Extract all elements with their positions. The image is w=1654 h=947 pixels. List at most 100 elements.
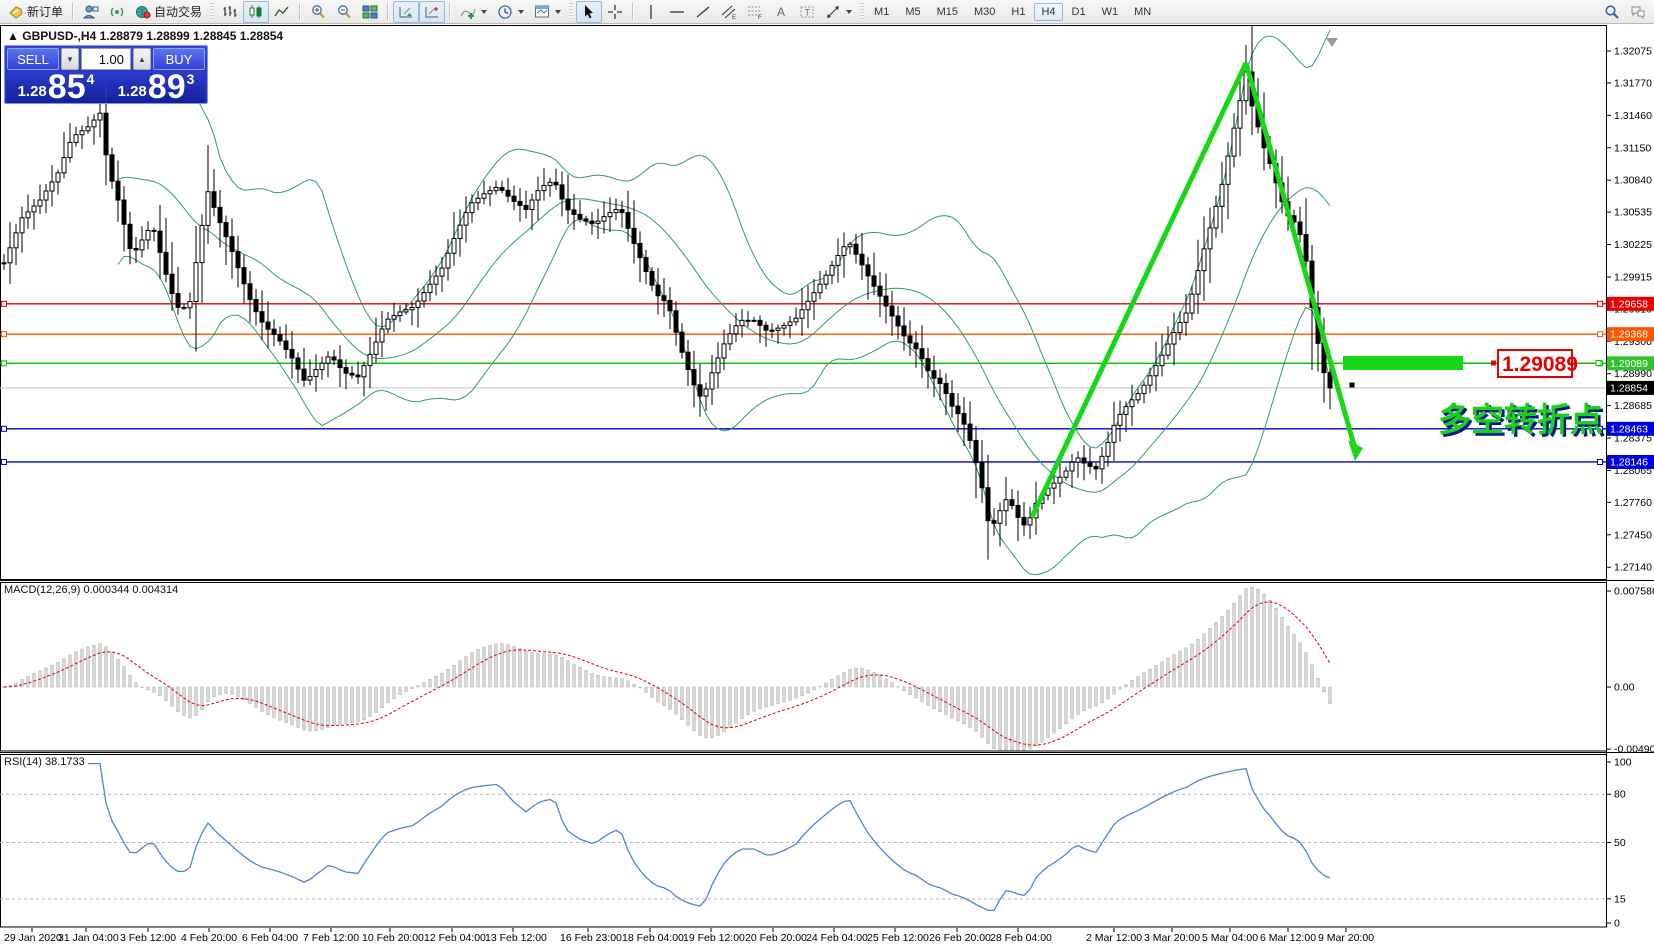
new-order-button[interactable]: 新订单: [3, 1, 68, 23]
periods-dropdown-icon[interactable]: [518, 10, 524, 14]
sell-price-display[interactable]: 1.28 85 4: [7, 72, 105, 103]
time-axis-label: 18 Feb 04:00: [622, 932, 684, 944]
buy-button[interactable]: BUY: [153, 48, 205, 70]
timeframe-mn[interactable]: MN: [1127, 3, 1158, 21]
timeframe-strip: M1M5M15M30H1H4D1W1MN: [867, 3, 1158, 21]
price-axis-tick: 1.32075: [1614, 46, 1652, 58]
line-chart-button[interactable]: [269, 1, 295, 23]
sell-button[interactable]: SELL: [7, 48, 59, 70]
zoom-in-button[interactable]: [305, 1, 331, 23]
cursor-tool-button[interactable]: [576, 1, 602, 23]
arrows-tool-button[interactable]: [820, 1, 857, 23]
fibonacci-tool-button[interactable]: F: [742, 1, 768, 23]
price-axis-tick: 1.31770: [1614, 77, 1652, 89]
price-axis-tick: 1.31460: [1614, 110, 1652, 122]
time-axis-label: 10 Feb 20:00: [362, 932, 424, 944]
arrows-dropdown-icon[interactable]: [846, 10, 852, 14]
svg-text:E: E: [732, 15, 736, 20]
horizontal-line-icon: [669, 4, 685, 20]
templates-dropdown-icon[interactable]: [555, 10, 561, 14]
zoom-out-icon: [336, 4, 352, 20]
signal-icon: [109, 4, 125, 20]
horizontal-line-tool-button[interactable]: [664, 1, 690, 23]
macd-axis-tick: 0.00: [1614, 682, 1635, 694]
time-axis-label: 7 Feb 12:00: [303, 932, 359, 944]
text-label-tool-button[interactable]: T: [794, 1, 820, 23]
volume-decrease-button[interactable]: ▼: [61, 48, 79, 70]
crosshair-tool-button[interactable]: [602, 1, 628, 23]
auto-trading-button[interactable]: 自动交易: [130, 1, 207, 23]
equidistant-channel-tool-button[interactable]: E: [716, 1, 742, 23]
macd-pane-plot: [3, 587, 1331, 750]
time-axis-label: 6 Mar 12:00: [1260, 932, 1316, 944]
svg-text:A: A: [777, 5, 785, 19]
time-axis-label: 4 Feb 20:00: [181, 932, 237, 944]
svg-text:1.28146: 1.28146: [1610, 456, 1648, 468]
horizontal-line-objects[interactable]: [0, 301, 1606, 464]
price-axis-tick: 1.30225: [1614, 239, 1652, 251]
trendline-tool-button[interactable]: [690, 1, 716, 23]
indicators-dropdown-icon[interactable]: [481, 10, 487, 14]
time-axis-label: 2 Mar 12:00: [1086, 932, 1142, 944]
chat-button[interactable]: [1625, 1, 1651, 23]
text-tool-button[interactable]: A: [768, 1, 794, 23]
toolbar-separator: [632, 3, 634, 20]
price-chart-canvas[interactable]: 1.320751.317701.314601.311501.308401.305…: [0, 24, 1654, 947]
buy-price-small: 1.28: [118, 84, 147, 99]
volume-increase-button[interactable]: ▲: [133, 48, 151, 70]
price-axis-tick: 1.27140: [1614, 562, 1652, 574]
chart-shift-button[interactable]: [419, 1, 445, 23]
text-label-icon: T: [799, 4, 815, 20]
price-axis-tick: 1.27450: [1614, 529, 1652, 541]
buy-price-display[interactable]: 1.28 89 3: [107, 72, 205, 103]
bar-chart-icon: [222, 4, 238, 20]
cursor-icon: [581, 4, 597, 20]
panel-collapse-icon[interactable]: ▲: [7, 29, 19, 43]
zoom-in-icon: [310, 4, 326, 20]
text-icon: A: [773, 4, 789, 20]
annotation-objects[interactable]: 多空转折点 多空转折点 1.29089: [1032, 63, 1606, 517]
chart-title: ▲ GBPUSD-,H4 1.28879 1.28899 1.28845 1.2…: [7, 29, 283, 43]
price-axis-tick: 1.29915: [1614, 271, 1652, 283]
vertical-line-tool-button[interactable]: [638, 1, 664, 23]
chart-ohlc-values: 1.28879 1.28899 1.28845 1.28854: [100, 29, 284, 43]
time-axis-label: 12 Feb 04:00: [424, 932, 486, 944]
timeframe-m5[interactable]: M5: [898, 3, 927, 21]
profile-button[interactable]: [78, 1, 104, 23]
arrows-icon: [825, 4, 841, 20]
svg-text:T: T: [805, 7, 811, 17]
timeframe-d1[interactable]: D1: [1065, 3, 1093, 21]
toolbar-separator: [72, 3, 74, 20]
toolbar-grip: [569, 3, 573, 20]
svg-text:1.29368: 1.29368: [1610, 329, 1648, 341]
auto-scroll-button[interactable]: [393, 1, 419, 23]
tile-windows-icon: [362, 4, 378, 20]
buy-price-sup: 3: [187, 72, 195, 86]
chat-icon: [1630, 4, 1646, 20]
pane-frames: [0, 25, 1654, 927]
line-chart-icon: [274, 4, 290, 20]
time-axis-label: 31 Jan 04:00: [58, 932, 119, 944]
time-axis-label: 29 Jan 2020: [4, 932, 62, 944]
candlestick-chart-button[interactable]: [243, 1, 269, 23]
indicators-button[interactable]: [455, 1, 492, 23]
timeframe-m15[interactable]: M15: [930, 3, 965, 21]
bar-chart-button[interactable]: [217, 1, 243, 23]
tile-windows-button[interactable]: [357, 1, 383, 23]
template-icon: [534, 4, 550, 20]
turning-point-text[interactable]: 多空转折点: [1438, 401, 1603, 438]
templates-button[interactable]: [529, 1, 566, 23]
price-callout-text: 1.29089: [1502, 353, 1578, 376]
indicators-icon: [460, 4, 476, 20]
search-button[interactable]: [1599, 1, 1625, 23]
volume-input[interactable]: 1.00: [81, 48, 131, 70]
periods-button[interactable]: [492, 1, 529, 23]
zoom-out-button[interactable]: [331, 1, 357, 23]
svg-text:1.29089: 1.29089: [1610, 358, 1648, 370]
timeframe-m30[interactable]: M30: [967, 3, 1002, 21]
timeframe-m1[interactable]: M1: [867, 3, 896, 21]
timeframe-w1[interactable]: W1: [1095, 3, 1126, 21]
timeframe-h4[interactable]: H4: [1034, 3, 1062, 21]
signals-button[interactable]: [104, 1, 130, 23]
timeframe-h1[interactable]: H1: [1004, 3, 1032, 21]
